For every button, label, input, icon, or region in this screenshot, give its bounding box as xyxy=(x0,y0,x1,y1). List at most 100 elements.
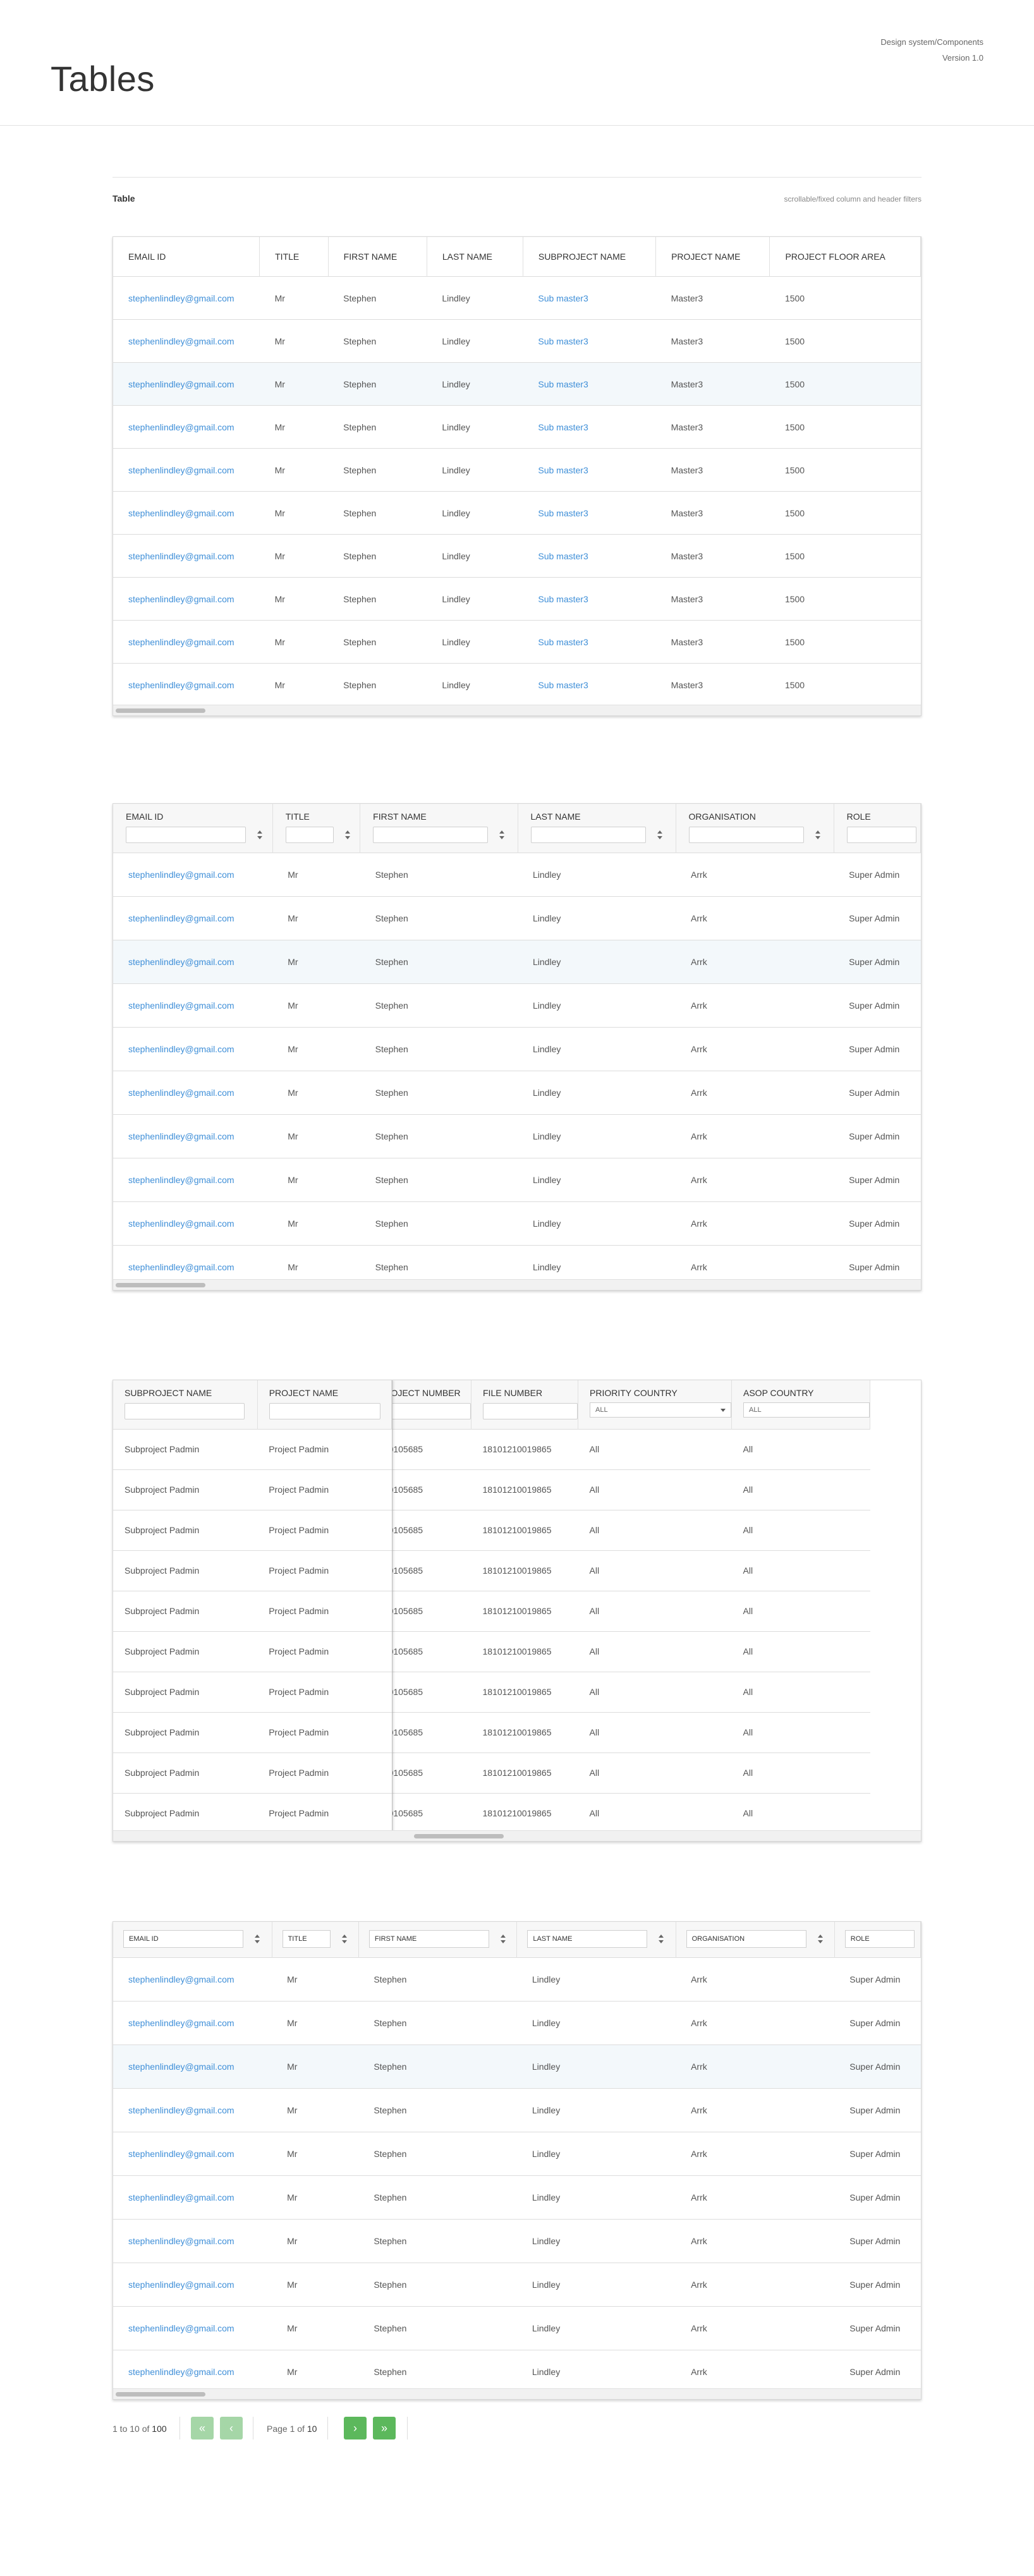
table-row[interactable]: stephenlindley@gmail.com Mr Stephen Lindley… xyxy=(113,1157,921,1201)
sort-icon[interactable] xyxy=(256,830,264,839)
table-row[interactable]: stephenlindley@gmail.com Mr Stephen Lindley… xyxy=(113,448,921,492)
table-row[interactable]: stephenlindley@gmail.com Mr Stephen Lindley… xyxy=(113,852,921,896)
column-header-input[interactable]: FIRST NAME xyxy=(368,1930,489,1948)
table-row[interactable]: stephenlindley@gmail.com Mr Stephen Lindley… xyxy=(113,2218,921,2263)
table-row[interactable]: Subproject Padmin Project Padmin xyxy=(113,1711,392,1753)
table-cell[interactable]: stephenlindley@gmail.com xyxy=(113,319,260,363)
sort-icon[interactable] xyxy=(657,1935,665,1943)
column-filter-input[interactable] xyxy=(126,827,246,843)
table-row[interactable]: stephenlindley@gmail.com Mr Stephen Lindley… xyxy=(113,1957,921,2001)
table-row[interactable]: Subproject Padmin Project Padmin xyxy=(113,1469,392,1510)
table-row[interactable]: Subproject Padmin Project Padmin xyxy=(113,1590,392,1631)
scrollbar-thumb[interactable] xyxy=(116,2392,205,2397)
table-row[interactable]: Subproject Padmin Project Padmin xyxy=(113,1428,392,1469)
table-row[interactable]: stephenlindley@gmail.com Mr Stephen Lindley… xyxy=(113,2175,921,2219)
horizontal-scrollbar[interactable] xyxy=(113,705,921,715)
table-cell[interactable]: stephenlindley@gmail.com xyxy=(113,534,260,578)
table-cell[interactable]: Sub master3 xyxy=(523,663,656,707)
table-row[interactable]: 10010568518101210019865AllAll xyxy=(392,1792,870,1833)
sort-icon[interactable] xyxy=(341,1935,348,1943)
table-cell[interactable]: Sub master3 xyxy=(523,276,656,320)
table-row[interactable]: stephenlindley@gmail.com Mr Stephen Lindley… xyxy=(113,534,921,578)
table-row[interactable]: stephenlindley@gmail.com Mr Stephen Lindley… xyxy=(113,2349,921,2393)
table-row[interactable]: stephenlindley@gmail.com Mr Stephen Lindley… xyxy=(113,491,921,535)
table-cell[interactable]: Sub master3 xyxy=(523,491,656,535)
column-header-input[interactable]: EMAIL ID xyxy=(123,1930,243,1948)
prev-page-button[interactable]: ‹ xyxy=(220,2417,243,2439)
table-cell[interactable]: stephenlindley@gmail.com xyxy=(113,2044,272,2088)
column-filter-input[interactable] xyxy=(483,1403,578,1419)
table-cell[interactable]: Sub master3 xyxy=(523,448,656,492)
table-cell[interactable]: Sub master3 xyxy=(523,620,656,664)
table-cell[interactable]: stephenlindley@gmail.com xyxy=(113,983,273,1027)
table-row[interactable]: stephenlindley@gmail.com Mr Stephen Lindley… xyxy=(113,362,921,406)
table-row[interactable]: stephenlindley@gmail.com Mr Stephen Lindley… xyxy=(113,983,921,1027)
table-row[interactable]: stephenlindley@gmail.com Mr Stephen Lindley… xyxy=(113,1070,921,1114)
table-cell[interactable]: Sub master3 xyxy=(523,319,656,363)
table-row[interactable]: 10010568518101210019865AllAll xyxy=(392,1671,870,1712)
table-cell[interactable]: stephenlindley@gmail.com xyxy=(113,896,273,940)
table-row[interactable]: stephenlindley@gmail.com Mr Stephen Lindley… xyxy=(113,276,921,320)
table-cell[interactable]: stephenlindley@gmail.com xyxy=(113,491,260,535)
table-cell[interactable]: stephenlindley@gmail.com xyxy=(113,2262,272,2306)
first-page-button[interactable]: « xyxy=(191,2417,214,2439)
column-header-subproject-name[interactable]: SUBPROJECT NAME xyxy=(523,237,657,277)
table-cell[interactable]: stephenlindley@gmail.com xyxy=(113,2175,272,2219)
sort-icon[interactable] xyxy=(656,830,664,839)
column-header-input[interactable]: TITLE xyxy=(282,1930,331,1948)
table-cell[interactable]: stephenlindley@gmail.com xyxy=(113,939,273,983)
next-page-button[interactable]: › xyxy=(344,2417,367,2439)
table-row[interactable]: Subproject Padmin Project Padmin xyxy=(113,1752,392,1793)
horizontal-scrollbar[interactable] xyxy=(113,1830,921,1841)
table-row[interactable]: 10010568518101210019865AllAll xyxy=(392,1550,870,1591)
table-cell[interactable]: stephenlindley@gmail.com xyxy=(113,2087,272,2132)
table-cell[interactable]: stephenlindley@gmail.com xyxy=(113,2349,272,2393)
column-header-title[interactable]: TITLE xyxy=(259,237,329,277)
table-cell[interactable]: Sub master3 xyxy=(523,405,656,449)
table-row[interactable]: 10010568518101210019865AllAll xyxy=(392,1469,870,1510)
column-filter-input[interactable] xyxy=(125,1403,245,1419)
table-row[interactable]: Subproject Padmin Project Padmin xyxy=(113,1792,392,1833)
table-cell[interactable]: stephenlindley@gmail.com xyxy=(113,2000,272,2044)
table-cell[interactable]: stephenlindley@gmail.com xyxy=(113,276,260,320)
table-cell[interactable]: stephenlindley@gmail.com xyxy=(113,663,260,707)
table-row[interactable]: stephenlindley@gmail.com Mr Stephen Lindley… xyxy=(113,2262,921,2306)
table-row[interactable]: 10010568518101210019865AllAll xyxy=(392,1509,870,1550)
table-cell[interactable]: stephenlindley@gmail.com xyxy=(113,1026,273,1071)
table-cell[interactable]: stephenlindley@gmail.com xyxy=(113,852,273,896)
column-header-last-name[interactable]: LAST NAME xyxy=(427,237,523,277)
column-filter-select[interactable]: ALL xyxy=(590,1402,731,1418)
column-filter-input[interactable] xyxy=(688,827,804,843)
column-header-project-name[interactable]: PROJECT NAME xyxy=(655,237,770,277)
column-filter-input[interactable] xyxy=(846,827,916,843)
table-row[interactable]: Subproject Padmin Project Padmin xyxy=(113,1631,392,1672)
sort-icon[interactable] xyxy=(499,1935,507,1943)
table-cell[interactable]: stephenlindley@gmail.com xyxy=(113,620,260,664)
column-header-input[interactable]: ROLE xyxy=(844,1930,915,1948)
horizontal-scrollbar[interactable] xyxy=(113,2388,921,2399)
table-row[interactable]: stephenlindley@gmail.com Mr Stephen Lindley… xyxy=(113,1201,921,1245)
table-row[interactable]: stephenlindley@gmail.com Mr Stephen Lindley… xyxy=(113,1114,921,1158)
table-row[interactable]: 10010568518101210019865AllAll xyxy=(392,1631,870,1672)
table-cell[interactable]: stephenlindley@gmail.com xyxy=(113,1201,273,1245)
table-cell[interactable]: stephenlindley@gmail.com xyxy=(113,1157,273,1201)
scrollbar-thumb[interactable] xyxy=(414,1834,504,1838)
table-row[interactable]: Subproject Padmin Project Padmin xyxy=(113,1509,392,1550)
table-row[interactable]: stephenlindley@gmail.com Mr Stephen Lindley… xyxy=(113,405,921,449)
horizontal-scrollbar[interactable] xyxy=(113,1279,921,1290)
table-row[interactable]: stephenlindley@gmail.com Mr Stephen Lindley… xyxy=(113,939,921,983)
scrollable-columns-pane[interactable]: PROJECT NUMBER FILE NUMBER PRIORITY COUNTR… xyxy=(392,1380,921,1841)
table-row[interactable]: 10010568518101210019865AllAll xyxy=(392,1428,870,1469)
sort-icon[interactable] xyxy=(344,830,351,839)
column-header-input[interactable]: LAST NAME xyxy=(527,1930,648,1948)
last-page-button[interactable]: » xyxy=(373,2417,396,2439)
column-header-email-id[interactable]: EMAIL ID xyxy=(113,237,260,277)
table-cell[interactable]: stephenlindley@gmail.com xyxy=(113,2218,272,2263)
table-cell[interactable]: stephenlindley@gmail.com xyxy=(113,362,260,406)
table-cell[interactable]: Sub master3 xyxy=(523,362,656,406)
column-filter-select[interactable]: ALL xyxy=(743,1402,870,1418)
table-row[interactable]: stephenlindley@gmail.com Mr Stephen Lindley… xyxy=(113,896,921,940)
table-row[interactable]: stephenlindley@gmail.com Mr Stephen Lindley… xyxy=(113,319,921,363)
table-cell[interactable]: stephenlindley@gmail.com xyxy=(113,448,260,492)
table-row[interactable]: stephenlindley@gmail.com Mr Stephen Lindley… xyxy=(113,2131,921,2175)
